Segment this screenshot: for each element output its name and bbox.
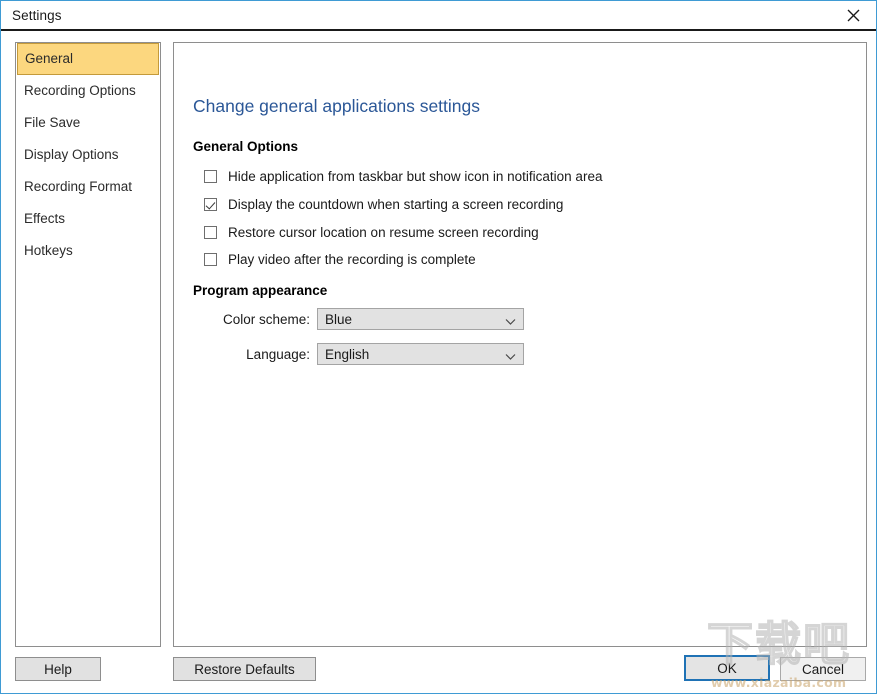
- checkbox-label: Play video after the recording is comple…: [228, 252, 476, 267]
- group-title: General Options: [193, 139, 305, 154]
- field-row-language: Language: English: [216, 343, 524, 365]
- sidebar-item-label: General: [25, 51, 73, 66]
- group-header: Program appearance: [193, 283, 858, 299]
- checkbox-row-hide-application[interactable]: Hide application from taskbar but show i…: [204, 167, 602, 185]
- ok-button[interactable]: OK: [684, 655, 770, 681]
- page-title: Change general applications settings: [193, 96, 480, 117]
- group-program-appearance: Program appearance: [193, 283, 858, 299]
- title-bar: Settings: [1, 1, 876, 31]
- checkbox-display-countdown[interactable]: [204, 198, 217, 211]
- language-value: English: [318, 347, 369, 362]
- language-label: Language:: [216, 347, 310, 362]
- sidebar-item-file-save[interactable]: File Save: [16, 107, 160, 139]
- settings-panel: Change general applications settings Gen…: [173, 42, 867, 647]
- group-title: Program appearance: [193, 283, 334, 298]
- settings-window: Settings General Recording Options File …: [0, 0, 877, 694]
- chevron-down-icon: [505, 348, 516, 366]
- color-scheme-label: Color scheme:: [216, 312, 310, 327]
- sidebar-item-effects[interactable]: Effects: [16, 203, 160, 235]
- checkbox-row-restore-cursor[interactable]: Restore cursor location on resume screen…: [204, 223, 539, 241]
- settings-category-list[interactable]: General Recording Options File Save Disp…: [15, 42, 161, 647]
- sidebar-item-label: Hotkeys: [24, 243, 73, 258]
- restore-defaults-button[interactable]: Restore Defaults: [173, 657, 316, 681]
- checkbox-label: Hide application from taskbar but show i…: [228, 169, 602, 184]
- checkbox-label: Display the countdown when starting a sc…: [228, 197, 563, 212]
- close-icon[interactable]: [830, 1, 876, 29]
- sidebar-item-recording-format[interactable]: Recording Format: [16, 171, 160, 203]
- sidebar-item-general[interactable]: General: [17, 43, 159, 75]
- sidebar-item-label: Recording Options: [24, 83, 136, 98]
- window-title: Settings: [12, 8, 62, 23]
- language-dropdown[interactable]: English: [317, 343, 524, 365]
- cancel-button[interactable]: Cancel: [780, 657, 866, 681]
- checkbox-row-display-countdown[interactable]: Display the countdown when starting a sc…: [204, 195, 563, 213]
- sidebar-item-label: Recording Format: [24, 179, 132, 194]
- sidebar-item-hotkeys[interactable]: Hotkeys: [16, 235, 160, 267]
- checkbox-label: Restore cursor location on resume screen…: [228, 225, 539, 240]
- sidebar-item-label: Display Options: [24, 147, 119, 162]
- group-header: General Options: [193, 139, 858, 155]
- color-scheme-value: Blue: [318, 312, 352, 327]
- sidebar-item-label: File Save: [24, 115, 80, 130]
- checkbox-restore-cursor[interactable]: [204, 226, 217, 239]
- field-row-color-scheme: Color scheme: Blue: [216, 308, 524, 330]
- sidebar-item-recording-options[interactable]: Recording Options: [16, 75, 160, 107]
- color-scheme-dropdown[interactable]: Blue: [317, 308, 524, 330]
- chevron-down-icon: [505, 313, 516, 331]
- sidebar-item-label: Effects: [24, 211, 65, 226]
- sidebar-item-display-options[interactable]: Display Options: [16, 139, 160, 171]
- help-button[interactable]: Help: [15, 657, 101, 681]
- group-general-options: General Options: [193, 139, 858, 155]
- checkbox-hide-application[interactable]: [204, 170, 217, 183]
- checkbox-play-video[interactable]: [204, 253, 217, 266]
- checkbox-row-play-video[interactable]: Play video after the recording is comple…: [204, 250, 476, 268]
- dialog-body: General Recording Options File Save Disp…: [1, 31, 876, 693]
